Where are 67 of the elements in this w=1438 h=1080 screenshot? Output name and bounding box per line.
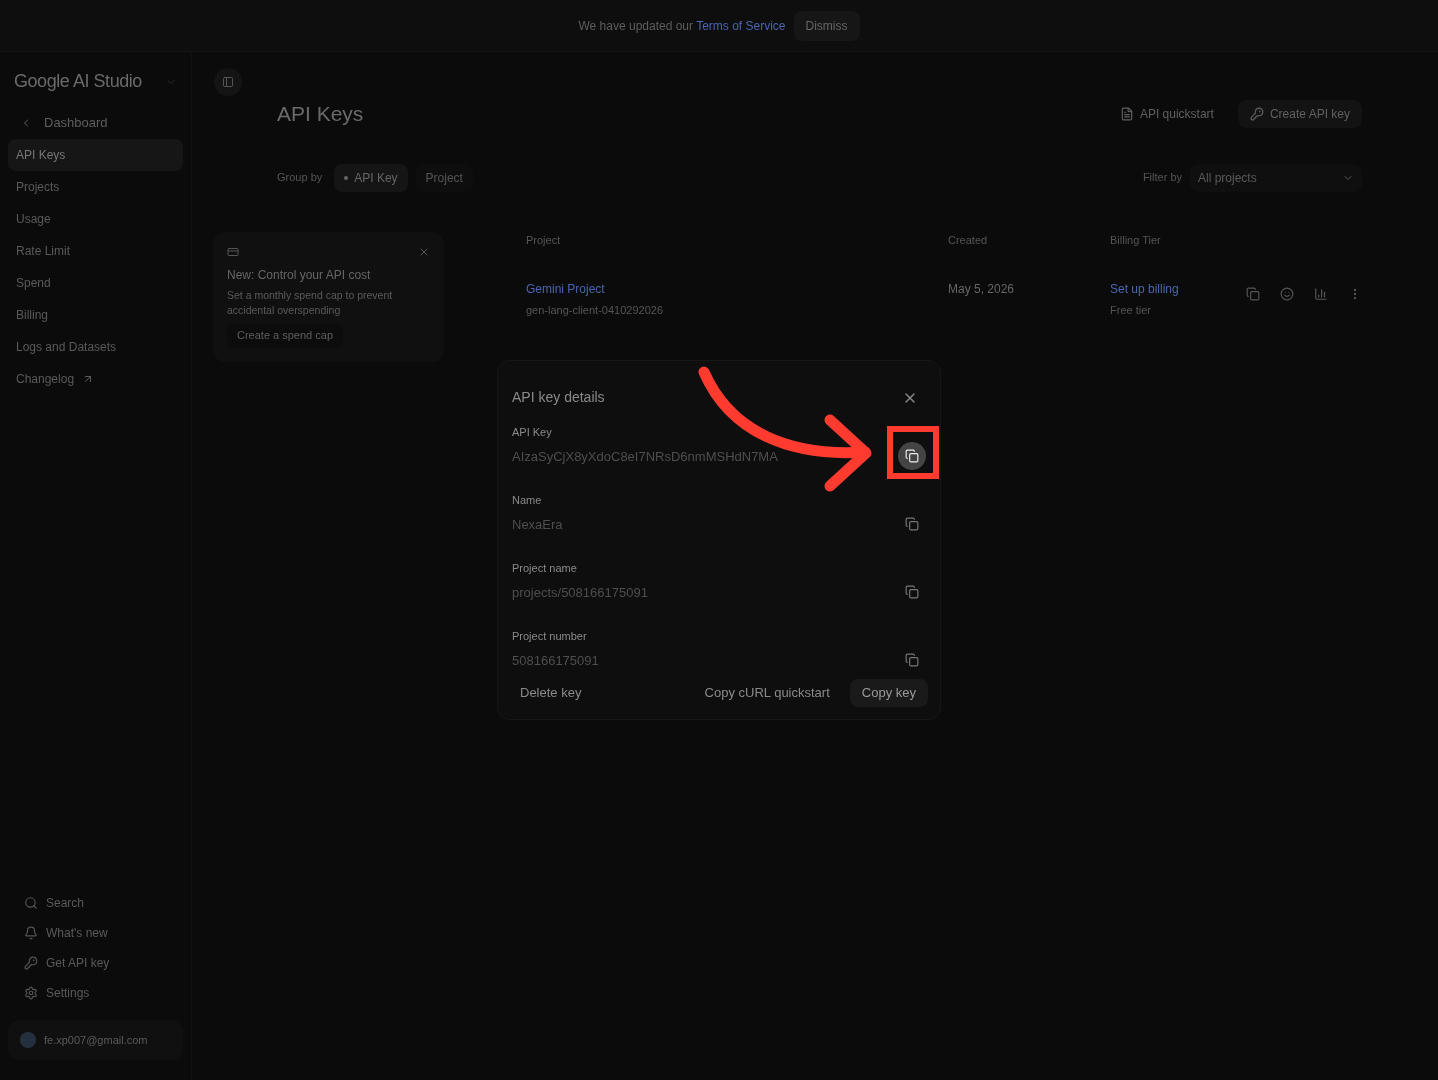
project-link[interactable]: Gemini Project — [526, 279, 605, 298]
page-title: API Keys — [277, 101, 364, 127]
sidebar-item[interactable]: Changelog — [8, 363, 183, 395]
field-label: Project name — [512, 561, 578, 576]
quickstart-link[interactable]: API quickstart — [1119, 104, 1214, 123]
highlight-frame — [887, 426, 939, 479]
delete-key-button[interactable]: Delete key — [512, 677, 590, 709]
project-filter-dropdown[interactable]: All projects — [1190, 163, 1362, 192]
card-icon — [227, 245, 239, 258]
settings-icon — [24, 986, 38, 1000]
created-date: May 5, 2026 — [948, 280, 1016, 298]
column-header: Project — [526, 232, 562, 248]
copy-icon — [905, 585, 919, 599]
bell-icon — [24, 926, 38, 940]
sidebar-item[interactable]: Get API key — [8, 948, 183, 978]
panel-icon — [222, 76, 234, 88]
copy-icon — [905, 449, 919, 463]
sidebar-item[interactable]: Projects — [8, 171, 183, 203]
sidebar-item[interactable]: What's new — [8, 918, 183, 948]
tier-text: Free tier — [1110, 302, 1152, 318]
copy-button[interactable] — [898, 442, 926, 470]
back-link[interactable]: Dashboard — [8, 107, 183, 139]
document-icon — [1119, 106, 1134, 121]
sidebar-item[interactable]: Logs and Datasets — [8, 331, 183, 363]
sidebar-item[interactable]: API Keys — [8, 139, 183, 171]
promo-body: Set a monthly spend cap to prevent accidental overspending — [227, 287, 394, 318]
sidebar-item[interactable]: Search — [8, 888, 183, 918]
copy-icon — [905, 653, 919, 667]
key-icon — [24, 956, 38, 970]
column-header: Billing Tier — [1110, 232, 1162, 248]
sidebar-item[interactable]: Rate Limit — [8, 235, 183, 267]
field-value: 508166175091 — [512, 651, 599, 670]
account-chip[interactable]: fe.xp007@gmail.com — [8, 1020, 183, 1060]
dismiss-button[interactable]: Dismiss — [793, 10, 860, 41]
column-header: Created — [948, 232, 989, 248]
copy-icon[interactable] — [1246, 286, 1260, 301]
field-value: AIzaSyCjX8yXdoC8eI7NRsD6nmMSHdN7MA — [512, 447, 778, 466]
promo-title: New: Control your API cost — [227, 266, 372, 284]
billing-link[interactable]: Set up billing — [1110, 279, 1179, 298]
sidebar-item[interactable]: Usage — [8, 203, 183, 235]
key-icon — [1249, 106, 1264, 121]
spend-cap-button[interactable]: Create a spend cap — [227, 323, 343, 348]
group-by-label: Group by — [277, 170, 323, 186]
create-key-button[interactable]: Create API key — [1237, 99, 1362, 128]
copy-key-button[interactable]: Copy key — [849, 679, 928, 707]
field-label: Name — [512, 493, 543, 508]
filter-label: Filter by — [1142, 170, 1182, 186]
chart-icon[interactable] — [1314, 286, 1328, 301]
sidebar-toggle-button[interactable] — [214, 68, 242, 96]
sidebar-item[interactable]: Settings — [8, 978, 183, 1008]
dialog-title: API key details — [512, 388, 605, 407]
field-value: projects/508166175091 — [512, 583, 648, 602]
brand-logo: Google AI Studio — [14, 70, 142, 93]
sidebar-item[interactable]: Billing — [8, 299, 183, 331]
avatar — [20, 1032, 36, 1048]
terms-link[interactable]: Terms of Service — [696, 18, 786, 33]
sidebar-item[interactable]: Spend — [8, 267, 183, 299]
banner-text: We have updated our Terms of Service — [578, 17, 786, 35]
face-icon[interactable] — [1280, 286, 1294, 301]
group-toggle[interactable]: API Key — [334, 163, 408, 192]
search-icon — [24, 896, 38, 910]
field-value: NexaEra — [512, 515, 563, 534]
field-label: Project number — [512, 629, 588, 644]
copy-curl-button[interactable]: Copy cURL quickstart — [692, 677, 842, 709]
project-id: gen-lang-client-0410292026 — [526, 302, 664, 318]
copy-icon — [905, 517, 919, 531]
field-label: API Key — [512, 425, 553, 440]
